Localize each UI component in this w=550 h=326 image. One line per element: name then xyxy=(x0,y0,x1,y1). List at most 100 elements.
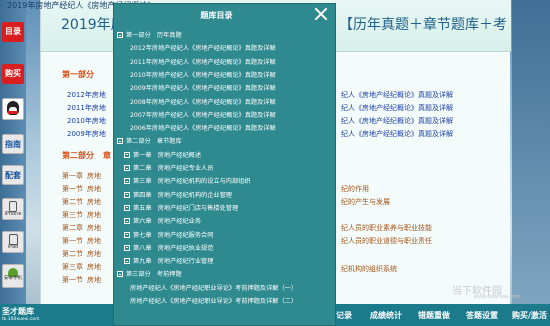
ipad-label: iPad xyxy=(7,244,19,250)
iphone-button[interactable]: iPhone xyxy=(2,198,24,220)
part1-line-left[interactable]: 2012年房地 xyxy=(67,90,106,100)
catalog-item-label: 第二部分 章节题库 xyxy=(126,138,182,146)
part1-line-right[interactable]: 纪人《房地产经纪概论》真题及详解 xyxy=(341,103,453,113)
collapse-toggle-icon[interactable] xyxy=(124,191,130,198)
collapse-toggle-icon[interactable] xyxy=(124,258,130,265)
chapter-row[interactable]: 第二节 房地 xyxy=(62,197,101,207)
catalog-item[interactable]: 2007年房地产经纪人《房地产经纪概论》真题及详解 xyxy=(130,109,276,122)
catalog-item[interactable]: 第三章 房地产经纪机构的设立与内部组织 xyxy=(124,175,251,188)
watermark-url: www.downxia.com xyxy=(474,294,521,300)
catalog-item[interactable]: 第四章 房地产经纪机构的企业管理 xyxy=(124,189,232,202)
catalog-item[interactable]: 第八章 房地产经纪执业规范 xyxy=(124,242,213,255)
catalog-item[interactable]: 第五章 房地产经纪门店与售楼处管理 xyxy=(124,202,238,215)
chapter-row-right[interactable]: 纪人员的职业道德与职业责任 xyxy=(341,236,432,246)
collapse-toggle-icon[interactable] xyxy=(124,151,130,158)
chapter-row[interactable]: 第一节 房地 xyxy=(62,184,101,194)
catalog-item-label: 2012年房地产经纪人《房地产经纪概论》真题及详解 xyxy=(130,45,276,53)
catalog-dialog: 题库目录 第一部分 历年真题 2012年房地产经纪人《房地产经纪概论》真题及详解 2… xyxy=(113,3,336,326)
collapse-toggle-icon[interactable] xyxy=(117,32,123,38)
score-stats-button[interactable]: 成绩统计 xyxy=(370,310,402,321)
catalog-item-label: 第六章 房地产经纪业务 xyxy=(133,218,202,226)
part2-heading-suffix: 章 xyxy=(103,151,111,160)
catalog-part[interactable]: 第二部分 章节题库 xyxy=(117,135,182,148)
catalog-part[interactable]: 第一部分 历年真题 xyxy=(117,29,182,42)
part1-line-right[interactable]: 纪人《房地产经纪概论》真题及详解 xyxy=(341,116,453,126)
chapter-row[interactable]: 第一节 房地 xyxy=(62,275,101,285)
catalog-item[interactable]: 第一章 房地产经纪概述 xyxy=(124,149,201,162)
collapse-toggle-icon[interactable] xyxy=(124,231,130,238)
catalog-item-label: 第一章 房地产经纪概述 xyxy=(133,151,202,159)
chapter-row-right[interactable]: 纪机构的组织系统 xyxy=(341,264,397,274)
catalog-item[interactable]: 第七章 房地产经纪服务合同 xyxy=(124,229,213,242)
catalog-item[interactable]: 房地产经纪人《房地产经纪职业导论》考前押题及详解（二） xyxy=(130,295,297,308)
catalog-item-label: 房地产经纪人《房地产经纪职业导论》考前押题及详解（一） xyxy=(130,284,298,292)
catalog-item[interactable]: 第二章 房地产经纪专业人员 xyxy=(124,162,213,175)
catalog-item-label: 第一部分 历年真题 xyxy=(126,32,182,39)
buy-button[interactable]: 购买 xyxy=(2,64,24,84)
collapse-toggle-icon[interactable] xyxy=(124,244,130,251)
catalog-item[interactable]: 2010年房地产经纪人《房地产经纪概论》真题及详解 xyxy=(130,69,276,82)
chapter-row-right[interactable]: 纪人员的职业素养与职业技能 xyxy=(341,223,432,233)
catalog-item[interactable]: 房地产经纪人《房地产经纪职业导论》考前押题及详解（一） xyxy=(130,282,297,295)
brand-logo: 圣才题库 xyxy=(2,307,34,316)
android-button[interactable]: 安卓手机 xyxy=(2,264,24,288)
part1-line-left[interactable]: 2010年房地 xyxy=(67,116,106,126)
catalog-button[interactable]: 目录 xyxy=(2,22,24,42)
part2-heading: 第二部分 xyxy=(62,151,94,160)
part1-heading: 第一部分 xyxy=(62,70,94,79)
ipad-button[interactable]: iPad xyxy=(2,231,24,253)
part1-line-left[interactable]: 2011年房地 xyxy=(67,103,106,113)
guide-button[interactable]: 指南 xyxy=(2,134,24,154)
catalog-item-label: 第八章 房地产经纪执业规范 xyxy=(133,244,214,252)
catalog-item-label: 2008年房地产经纪人《房地产经纪概论》真题及详解 xyxy=(130,98,276,106)
close-icon[interactable] xyxy=(313,6,329,22)
right-panel xyxy=(512,0,550,304)
collapse-toggle-icon[interactable] xyxy=(124,178,130,185)
catalog-item-label: 第五章 房地产经纪门店与售楼处管理 xyxy=(133,204,239,212)
collapse-toggle-icon[interactable] xyxy=(124,165,130,171)
part1-line-left[interactable]: 2009年房地 xyxy=(67,129,106,139)
catalog-item-label: 第二章 房地产经纪专业人员 xyxy=(133,165,214,172)
collapse-toggle-icon[interactable] xyxy=(124,204,130,211)
catalog-item-label: 2009年房地产经纪人《房地产经纪概论》真题及详解 xyxy=(130,85,276,93)
document-title-right: 【历年真题＋章节题库＋考 xyxy=(339,17,507,33)
chapter-row[interactable]: 第三节 房地 xyxy=(62,210,101,220)
answer-settings-button[interactable]: 答题设置 xyxy=(466,310,498,321)
qq-button[interactable] xyxy=(2,98,24,120)
accessory-button[interactable]: 配套 xyxy=(2,165,24,185)
catalog-item-label: 2010年房地产经纪人《房地产经纪概论》真题及详解 xyxy=(130,71,276,79)
catalog-item[interactable]: 2008年房地产经纪人《房地产经纪概论》真题及详解 xyxy=(130,96,276,109)
catalog-item[interactable]: 2011年房地产经纪人《房地产经纪概论》真题及详解 xyxy=(130,56,276,69)
iphone-label: iPhone xyxy=(4,211,22,217)
qq-penguin-icon xyxy=(7,101,19,115)
buy-activate-button[interactable]: 购买/激活 xyxy=(512,310,547,321)
left-sidebar: 目录 购买 指南 配套 iPhone iPad 安卓手机 xyxy=(0,0,26,304)
collapse-toggle-icon[interactable] xyxy=(124,218,130,225)
part1-line-right[interactable]: 纪人《房地产经纪概论》真题及详解 xyxy=(341,90,453,100)
catalog-item[interactable]: 2012年房地产经纪人《房地产经纪概论》真题及详解 xyxy=(130,42,276,55)
android-label: 安卓手机 xyxy=(4,276,22,281)
dialog-title: 题库目录 xyxy=(200,11,233,20)
catalog-item[interactable]: 第六章 房地产经纪业务 xyxy=(124,215,201,228)
catalog-item-label: 第三部分 考前押题 xyxy=(126,271,182,279)
collapse-toggle-icon[interactable] xyxy=(117,138,123,145)
part1-line-right[interactable]: 纪人《房地产经纪概论》真题及详解 xyxy=(341,129,453,139)
chapter-row[interactable]: 第三章 房地 xyxy=(62,262,101,272)
chapter-row-right[interactable]: 纪的作用 xyxy=(341,184,369,194)
brand-url: tk.100xuexi.com xyxy=(2,317,40,322)
chapter-row[interactable]: 第二章 房地 xyxy=(62,223,101,233)
chapter-row[interactable]: 第二节 房地 xyxy=(62,249,101,259)
collapse-toggle-icon[interactable] xyxy=(117,271,123,278)
chapter-row[interactable]: 第一章 房地 xyxy=(62,171,101,181)
chapter-row-right[interactable]: 纪的产生与发展 xyxy=(341,197,390,207)
catalog-item[interactable]: 第九章 房地产经纪行业管理 xyxy=(124,255,213,268)
catalog-item-label: 第七章 房地产经纪服务合同 xyxy=(133,231,214,239)
catalog-part[interactable]: 第三部分 考前押题 xyxy=(117,268,182,281)
chapter-row[interactable]: 第一节 房地 xyxy=(62,236,101,246)
catalog-item-label: 房地产经纪人《房地产经纪职业导论》考前押题及详解（二） xyxy=(130,298,298,305)
catalog-item-label: 2011年房地产经纪人《房地产经纪概论》真题及详解 xyxy=(130,58,276,66)
catalog-item[interactable]: 2009年房地产经纪人《房地产经纪概论》真题及详解 xyxy=(130,82,276,95)
redo-wrong-button[interactable]: 错题重做 xyxy=(418,310,450,321)
catalog-item[interactable]: 2006年房地产经纪人《房地产经纪概论》真题及详解 xyxy=(130,122,276,135)
catalog-item-label: 2007年房地产经纪人《房地产经纪概论》真题及详解 xyxy=(130,111,276,119)
